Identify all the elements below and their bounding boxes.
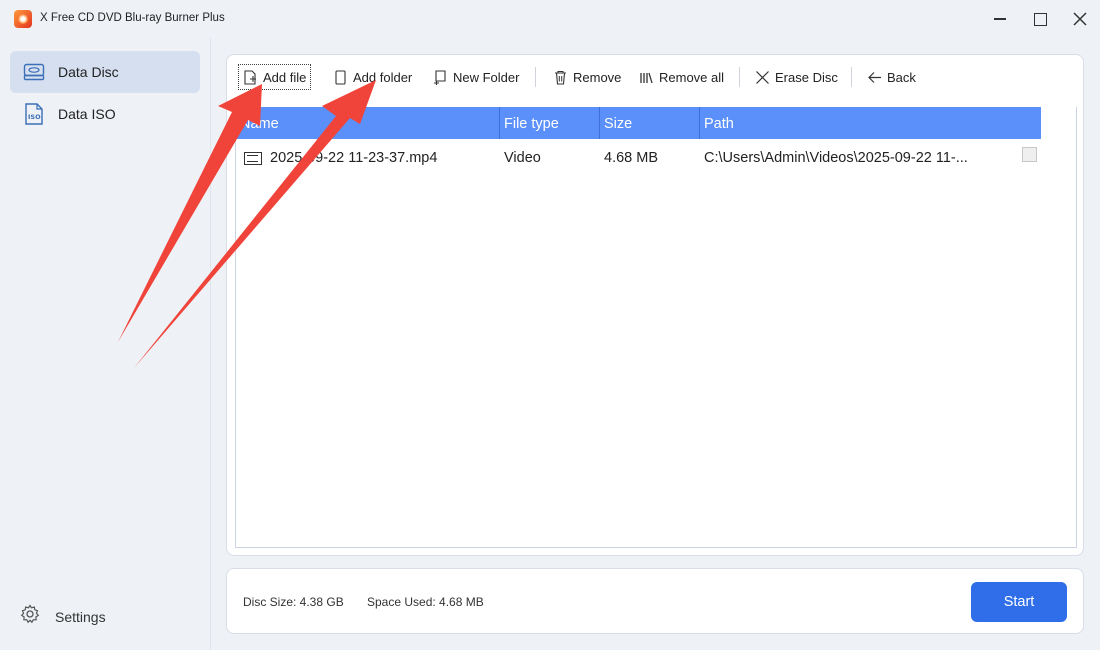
file-name: 2025-09-22 11-23-37.mp4 [270,150,438,166]
remove-all-icon [640,72,653,83]
sidebar-item-label: Data Disc [58,64,119,80]
close-icon [1073,12,1087,26]
disc-drive-icon [22,60,46,84]
new-folder-button[interactable]: New Folder [433,65,519,89]
maximize-button[interactable] [1027,6,1053,32]
sidebar-item-label: Data ISO [58,106,116,122]
new-folder-icon [434,69,446,85]
file-list-panel: Add file Add folder New Folder Remove Re… [226,54,1084,556]
app-logo-icon [14,10,32,28]
add-folder-icon [335,69,346,85]
minimize-icon [994,18,1006,20]
sidebar-item-data-iso[interactable]: ISO Data ISO [10,93,200,135]
cell-size: 4.68 MB [604,150,658,166]
settings-button[interactable]: Settings [20,604,106,629]
maximize-icon [1033,12,1047,26]
status-panel: Disc Size: 4.38 GB Space Used: 4.68 MB S… [226,568,1084,634]
table-header: Name File type Size Path [236,107,1041,139]
add-folder-label: Add folder [353,69,413,85]
remove-label: Remove [573,69,622,85]
add-file-label: Add file [263,69,307,85]
add-file-button[interactable]: Add file [237,64,312,90]
close-button[interactable] [1067,6,1093,32]
sidebar-item-data-disc[interactable]: Data Disc [10,51,200,93]
video-file-icon [244,151,262,165]
start-button[interactable]: Start [971,582,1067,622]
add-file-icon [244,69,256,85]
add-folder-button[interactable]: Add folder [333,65,412,89]
erase-icon [756,70,769,84]
toolbar-divider [535,67,536,87]
gear-icon [20,604,40,629]
back-button[interactable]: Back [867,65,916,89]
remove-button[interactable]: Remove [553,65,621,89]
disc-size-text: Disc Size: 4.38 GB [243,595,344,609]
remove-all-button[interactable]: Remove all [639,65,724,89]
minimize-button[interactable] [987,6,1013,32]
cell-path: C:\Users\Admin\Videos\2025-09-22 11-... [704,150,968,166]
trash-icon [555,70,566,85]
erase-disc-button[interactable]: Erase Disc [755,65,838,89]
remove-all-label: Remove all [659,69,725,85]
toolbar-divider [851,67,852,87]
erase-disc-label: Erase Disc [775,69,838,85]
space-used-text: Space Used: 4.68 MB [367,595,484,609]
file-table: Name File type Size Path 2025-09-22 11-2… [235,107,1077,548]
settings-label: Settings [55,608,106,625]
column-header-path[interactable]: Path [700,107,1041,139]
column-header-file-type[interactable]: File type [500,107,600,139]
arrow-left-icon [868,71,881,83]
cell-file-type: Video [504,150,541,166]
toolbar: Add file Add folder New Folder Remove Re… [237,64,1077,91]
column-header-size[interactable]: Size [600,107,700,139]
window-title: X Free CD DVD Blu-ray Burner Plus [40,12,225,24]
row-checkbox[interactable] [1022,146,1037,162]
new-folder-label: New Folder [453,69,520,85]
sidebar: Data Disc ISO Data ISO Settings [0,38,211,650]
table-row[interactable]: 2025-09-22 11-23-37.mp4 Video 4.68 MB C:… [236,143,1041,173]
svg-text:ISO: ISO [28,113,41,121]
toolbar-divider [739,67,740,87]
title-bar: X Free CD DVD Blu-ray Burner Plus [0,0,1100,38]
iso-file-icon: ISO [22,102,46,126]
cell-name: 2025-09-22 11-23-37.mp4 [236,150,500,166]
column-header-name[interactable]: Name [236,107,500,139]
back-label: Back [887,69,916,85]
